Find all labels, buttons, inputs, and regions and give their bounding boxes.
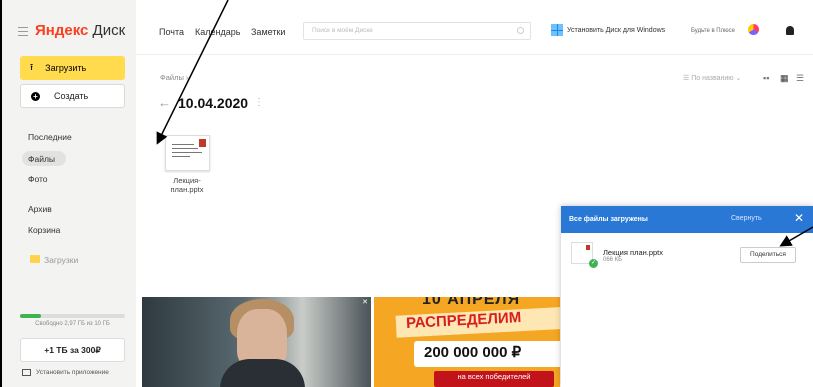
page-title: 10.04.2020 [178,95,249,111]
upload-panel-title: Все файлы загружены [569,216,648,223]
upload-button[interactable]: ⭱ Загрузить [20,56,125,80]
sort-dropdown[interactable]: ☰ По названию ⌄ [683,74,741,82]
logo-product: Диск [92,22,126,39]
monitor-icon [22,369,31,376]
storage-bar [20,314,125,318]
uploaded-file-size: 066 КБ [603,257,623,263]
folder-icon [30,255,40,263]
breadcrumb[interactable]: Файлы › [160,73,188,82]
sidebar-item-photos[interactable]: Фото [28,174,48,184]
list-view-icon[interactable]: ☰ [796,73,804,84]
plus-icon: + [31,91,40,101]
thumbnail-logo [199,139,206,147]
ad-subline: на всех победителей [434,371,554,387]
more-options-icon[interactable]: ⋮ [254,97,264,108]
bell-icon[interactable] [786,26,794,35]
back-arrow-icon[interactable]: ← [158,95,171,110]
create-button[interactable]: + Создать [20,84,125,108]
close-icon[interactable]: ✕ [794,211,804,225]
header-link-calendar[interactable]: Календарь [195,27,240,37]
upload-status-panel: Все файлы загружены Свернуть ✕ ✓ Лекция … [561,206,813,387]
search-placeholder: Поиск в моём Диске [312,27,373,34]
upload-panel-header: Все файлы загружены [561,206,813,233]
share-button[interactable]: Поделиться [740,247,796,263]
top-header: Почта Календарь Заметки Поиск в моём Дис… [136,0,813,55]
sidebar-item-recent[interactable]: Последние [28,132,72,142]
sidebar-item-files[interactable]: Файлы [28,154,55,164]
logo-brand: Яндекс [35,22,89,39]
upload-label: Загрузить [45,63,87,73]
menu-icon[interactable] [18,27,28,36]
install-windows-link[interactable]: Установить Диск для Windows [567,27,665,34]
storage-bar-fill [20,314,41,318]
file-name-label[interactable]: Лекция-план.pptx [157,176,217,194]
header-link-notes[interactable]: Заметки [251,27,285,37]
ad-banner-lottery[interactable]: 10 АПРЕЛЯ РАСПРЕДЕЛИМ 200 000 000 ₽ на в… [374,297,560,387]
check-icon: ✓ [589,259,598,268]
sidebar-item-downloads[interactable]: Загрузки [44,255,78,265]
sort-label: По названию [691,75,734,82]
search-input[interactable]: Поиск в моём Диске [303,22,531,40]
breadcrumb-files[interactable]: Файлы [160,73,184,82]
storage-text: Свободно 2,97 ГБ из 10 ГБ [35,321,110,327]
plus-link[interactable]: Будьте в Плюсе [691,28,735,34]
uploaded-file-name: Лекция план.pptx [603,248,664,257]
search-icon [517,27,524,34]
ad-date: 10 АПРЕЛЯ [422,297,521,308]
header-link-mail[interactable]: Почта [159,27,184,37]
create-label: Создать [54,91,89,101]
tiles-large-icon[interactable]: ▦ [780,73,789,84]
ad-close-icon[interactable]: ✕ [362,298,368,306]
ad-person-body [220,359,305,387]
sidebar-item-trash[interactable]: Корзина [28,225,60,235]
ad-amount: 200 000 000 ₽ [424,344,522,361]
sidebar-item-archive[interactable]: Архив [28,204,52,214]
plus-avatar-icon[interactable] [748,24,759,35]
file-thumbnail[interactable] [165,135,210,171]
logo[interactable]: Яндекс Диск [35,22,125,39]
collapse-link[interactable]: Свернуть [731,215,762,222]
install-app-link[interactable]: Установить приложение [22,369,109,376]
ad-banner-video[interactable]: ✕ [142,297,371,387]
install-app-label: Установить приложение [36,369,109,376]
windows-icon [551,24,563,36]
tiles-small-icon[interactable]: ▪▪ [763,73,769,83]
sidebar: Яндекс Диск ⭱ Загрузить + Создать Послед… [2,0,136,387]
upload-icon: ⭱ [30,62,34,72]
buy-space-button[interactable]: +1 ТБ за 300₽ [20,338,125,362]
